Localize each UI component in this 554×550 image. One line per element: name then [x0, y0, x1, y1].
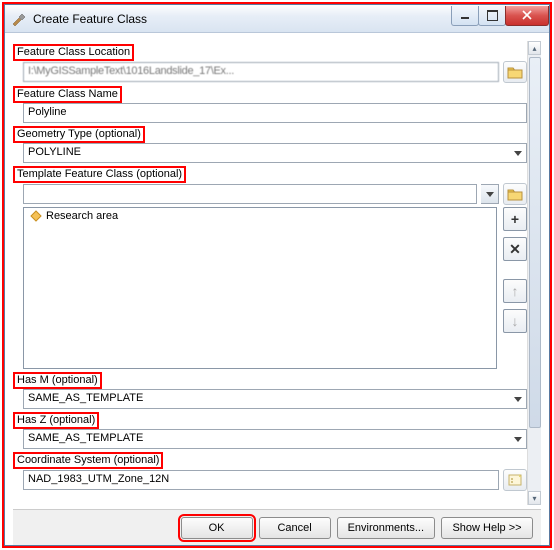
arrow-up-icon: ↑	[512, 283, 519, 299]
scroll-down[interactable]: ▾	[528, 491, 541, 505]
template-list[interactable]: Research area	[23, 207, 497, 369]
label-coord: Coordinate System (optional)	[13, 452, 163, 469]
close-button[interactable]	[505, 6, 549, 26]
plus-icon: +	[511, 211, 519, 227]
scroll-up[interactable]: ▴	[528, 41, 541, 55]
ok-button[interactable]: OK	[181, 517, 253, 539]
window-controls	[452, 6, 549, 26]
label-geometry: Geometry Type (optional)	[13, 126, 145, 143]
window-title: Create Feature Class	[33, 12, 452, 26]
hasm-dropdown[interactable]: SAME_AS_TEMPLATE	[23, 389, 527, 409]
button-bar: OK Cancel Environments... Show Help >>	[13, 509, 541, 545]
label-location: Feature Class Location	[13, 44, 134, 61]
label-template: Template Feature Class (optional)	[13, 166, 186, 183]
remove-button[interactable]: ✕	[503, 237, 527, 261]
x-icon: ✕	[509, 241, 521, 258]
geometry-dropdown[interactable]: POLYLINE	[23, 143, 527, 163]
maximize-button[interactable]	[478, 6, 506, 26]
vertical-scrollbar[interactable]: ▴ ▾	[527, 41, 541, 505]
template-combo[interactable]	[23, 184, 477, 204]
arrow-down-icon: ↓	[512, 313, 519, 329]
add-button[interactable]: +	[503, 207, 527, 231]
list-item[interactable]: Research area	[24, 208, 496, 224]
location-input[interactable]: I:\MyGISSampleText\1016Landslide_17\Ex..…	[23, 62, 499, 82]
coord-props-button[interactable]	[503, 469, 527, 491]
label-hasm: Has M (optional)	[13, 372, 102, 389]
browse-template-button[interactable]	[503, 183, 527, 205]
titlebar[interactable]: Create Feature Class	[5, 5, 549, 33]
cancel-button[interactable]: Cancel	[259, 517, 331, 539]
scroll-thumb[interactable]	[529, 57, 541, 428]
hammer-icon	[11, 11, 27, 27]
list-item-label: Research area	[46, 210, 118, 222]
name-input[interactable]: Polyline	[23, 103, 527, 123]
hasz-dropdown[interactable]: SAME_AS_TEMPLATE	[23, 429, 527, 449]
browse-location-button[interactable]	[503, 61, 527, 83]
show-help-button[interactable]: Show Help >>	[441, 517, 533, 539]
environments-button[interactable]: Environments...	[337, 517, 435, 539]
label-hasz: Has Z (optional)	[13, 412, 99, 429]
coord-input[interactable]: NAD_1983_UTM_Zone_12N	[23, 470, 499, 490]
label-name: Feature Class Name	[13, 86, 122, 103]
scroll-track[interactable]	[528, 55, 541, 491]
dialog-window: Create Feature Class Feature Class Locat…	[4, 4, 550, 546]
layer-icon	[30, 210, 42, 222]
move-up-button[interactable]: ↑	[503, 279, 527, 303]
move-down-button[interactable]: ↓	[503, 309, 527, 333]
minimize-button[interactable]	[451, 6, 479, 26]
template-combo-arrow[interactable]	[481, 184, 499, 204]
